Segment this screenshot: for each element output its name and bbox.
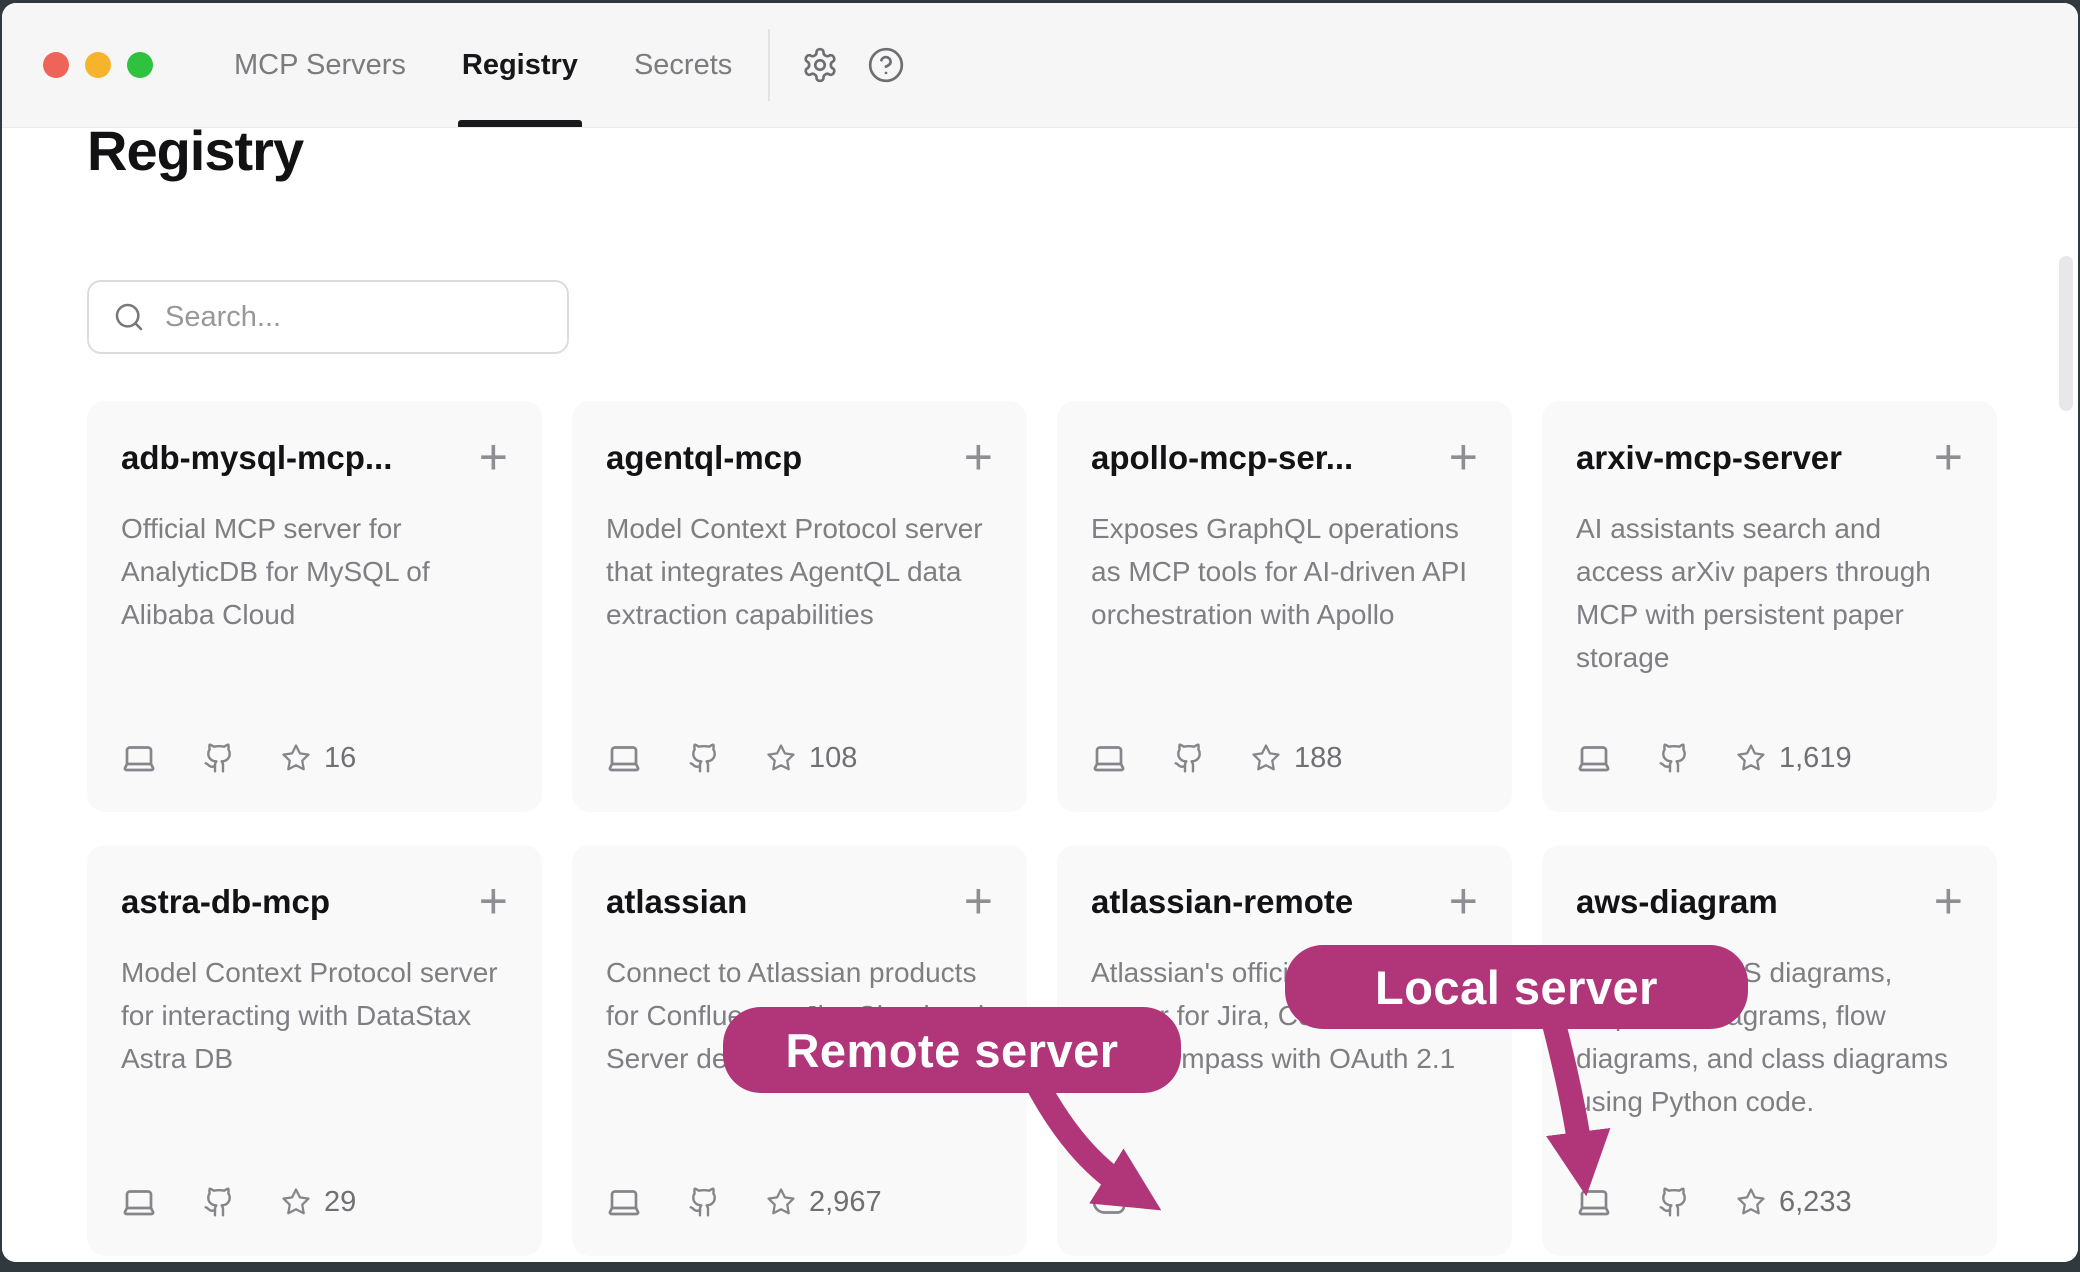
local-server-callout: Local server: [1285, 945, 1748, 1029]
star-icon: [281, 1187, 311, 1217]
search-box: [87, 280, 569, 354]
server-description: Model Context Protocol server that integ…: [606, 507, 993, 636]
star-count: 108: [809, 742, 857, 775]
github-icon: [688, 742, 720, 774]
laptop-icon: [121, 1184, 157, 1220]
add-server-button[interactable]: +: [964, 883, 993, 919]
settings-gear-icon[interactable]: [799, 44, 841, 86]
title-bar: MCP Servers Registry Secrets: [2, 3, 2078, 128]
tab-secrets[interactable]: Secrets: [632, 3, 734, 127]
server-name: agentql-mcp: [606, 439, 802, 477]
server-meta: 188: [1091, 740, 1478, 776]
github-icon: [203, 1186, 235, 1218]
star-count: 6,233: [1779, 1186, 1852, 1219]
server-name: atlassian: [606, 883, 747, 921]
main-nav: MCP Servers Registry Secrets: [232, 3, 734, 127]
laptop-icon: [1576, 1184, 1612, 1220]
help-icon[interactable]: [865, 44, 907, 86]
star-count: 16: [324, 742, 356, 775]
star-icon: [1736, 743, 1766, 773]
star-count: 29: [324, 1186, 356, 1219]
server-name: astra-db-mcp: [121, 883, 330, 921]
server-name: apollo-mcp-ser...: [1091, 439, 1353, 477]
server-name: aws-diagram: [1576, 883, 1778, 921]
star-count: 1,619: [1779, 742, 1852, 775]
server-card[interactable]: astra-db-mcp + Model Context Protocol se…: [87, 845, 542, 1256]
add-server-button[interactable]: +: [1934, 439, 1963, 475]
star-icon: [281, 743, 311, 773]
server-card[interactable]: arxiv-mcp-server + AI assistants search …: [1542, 401, 1997, 812]
server-meta: 29: [121, 1184, 508, 1220]
laptop-icon: [1091, 740, 1127, 776]
server-name: arxiv-mcp-server: [1576, 439, 1842, 477]
remote-server-callout: Remote server: [723, 1007, 1181, 1093]
toolbar-divider: [768, 29, 770, 101]
laptop-icon: [1576, 740, 1612, 776]
server-meta: 1,619: [1576, 740, 1963, 776]
vertical-scrollbar-thumb[interactable]: [2059, 256, 2073, 411]
server-meta: 6,233: [1576, 1184, 1963, 1220]
add-server-button[interactable]: +: [1449, 883, 1478, 919]
cloud-icon: [1091, 1184, 1127, 1220]
server-meta: 108: [606, 740, 993, 776]
github-icon: [1658, 742, 1690, 774]
server-description: Official MCP server for AnalyticDB for M…: [121, 507, 508, 636]
server-description: Exposes GraphQL operations as MCP tools …: [1091, 507, 1478, 636]
card-grid: adb-mysql-mcp... + Official MCP server f…: [87, 401, 1997, 1256]
server-meta: 16: [121, 740, 508, 776]
server-description: Model Context Protocol server for intera…: [121, 951, 508, 1080]
github-icon: [1173, 742, 1205, 774]
server-meta: 2,967: [606, 1184, 993, 1220]
star-icon: [766, 1187, 796, 1217]
minimize-window-button[interactable]: [85, 52, 111, 78]
tab-mcp-servers[interactable]: MCP Servers: [232, 3, 408, 127]
star-icon: [1736, 1187, 1766, 1217]
server-name: atlassian-remote: [1091, 883, 1353, 921]
github-icon: [688, 1186, 720, 1218]
star-icon: [766, 743, 796, 773]
server-card[interactable]: adb-mysql-mcp... + Official MCP server f…: [87, 401, 542, 812]
search-icon: [113, 301, 145, 333]
star-count: 2,967: [809, 1186, 882, 1219]
star-icon: [1251, 743, 1281, 773]
close-window-button[interactable]: [43, 52, 69, 78]
github-icon: [1658, 1186, 1690, 1218]
star-count: 188: [1294, 742, 1342, 775]
server-name: adb-mysql-mcp...: [121, 439, 392, 477]
server-description: AI assistants search and access arXiv pa…: [1576, 507, 1963, 679]
laptop-icon: [606, 1184, 642, 1220]
app-window: MCP Servers Registry Secrets: [2, 3, 2078, 1262]
screenshot-stage: MCP Servers Registry Secrets: [0, 0, 2080, 1272]
add-server-button[interactable]: +: [964, 439, 993, 475]
server-card[interactable]: apollo-mcp-ser... + Exposes GraphQL oper…: [1057, 401, 1512, 812]
server-card[interactable]: agentql-mcp + Model Context Protocol ser…: [572, 401, 1027, 812]
laptop-icon: [121, 740, 157, 776]
traffic-lights: [43, 52, 153, 78]
add-server-button[interactable]: +: [479, 439, 508, 475]
add-server-button[interactable]: +: [1934, 883, 1963, 919]
zoom-window-button[interactable]: [127, 52, 153, 78]
laptop-icon: [606, 740, 642, 776]
search-input[interactable]: [163, 300, 567, 335]
page-title: Registry: [87, 118, 303, 183]
github-icon: [203, 742, 235, 774]
server-card[interactable]: aws-diagram + Generate AWS diagrams, seq…: [1542, 845, 1997, 1256]
tab-registry[interactable]: Registry: [460, 3, 580, 127]
add-server-button[interactable]: +: [1449, 439, 1478, 475]
add-server-button[interactable]: +: [479, 883, 508, 919]
server-meta-remote: [1091, 1184, 1478, 1220]
